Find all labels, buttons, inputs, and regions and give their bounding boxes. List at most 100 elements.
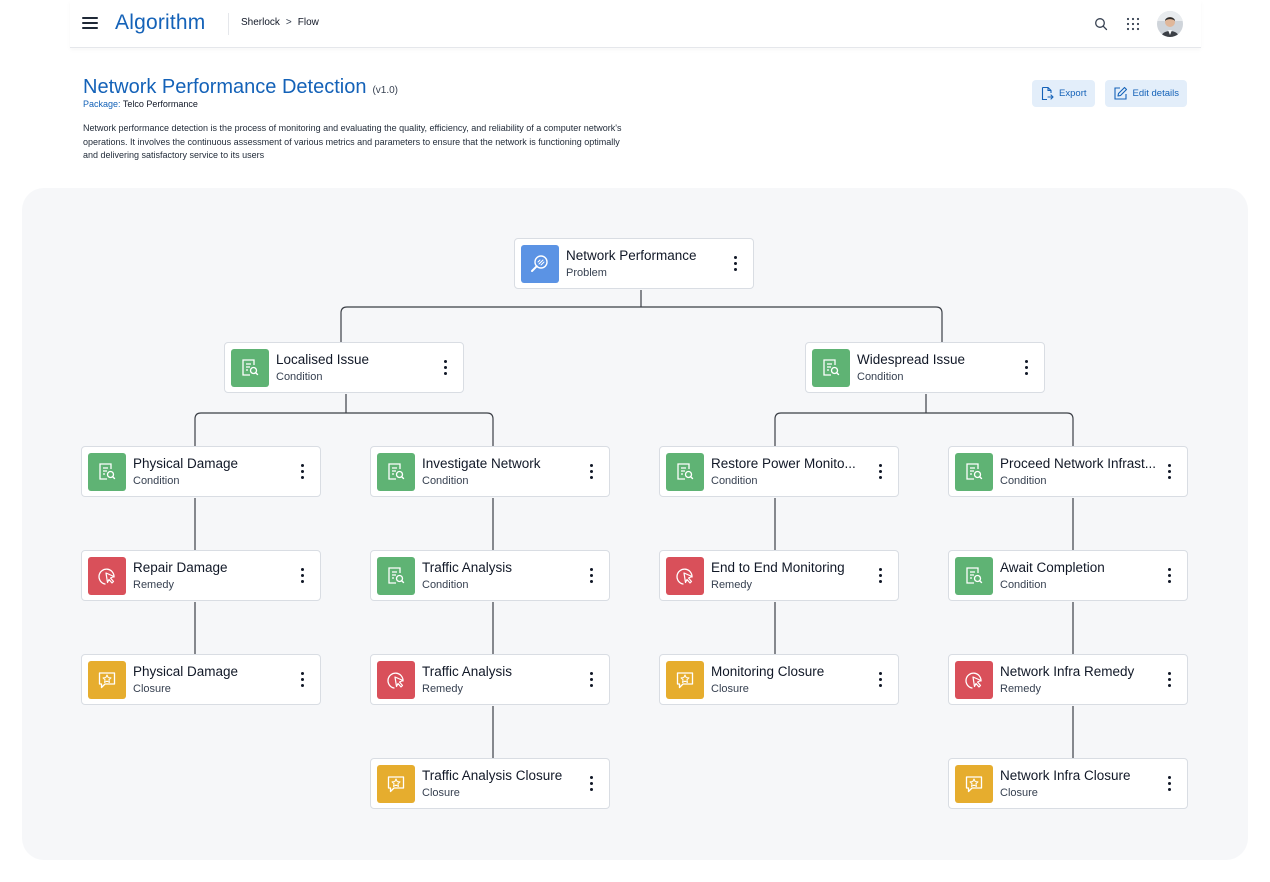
avatar[interactable]: [1157, 11, 1183, 37]
breadcrumb-separator: >: [285, 17, 292, 28]
more-options-icon[interactable]: [1159, 460, 1179, 484]
condition-icon: [666, 452, 704, 491]
node-text: Physical Damage Closure: [133, 664, 292, 695]
node-text: Traffic Analysis Closure Closure: [422, 768, 581, 799]
remedy-icon: [666, 556, 704, 595]
node-type: Condition: [1000, 475, 1047, 487]
node-title: Traffic Analysis: [422, 664, 513, 679]
remedy-icon: [88, 556, 126, 595]
more-options-icon[interactable]: [581, 668, 601, 692]
flow-node-network-infra-remedy[interactable]: Network Infra Remedy Remedy: [948, 654, 1188, 705]
flow-node-end-to-end-monitoring[interactable]: End to End Monitoring Remedy: [659, 550, 899, 601]
flow-node-proceed-network-infrastructure[interactable]: Proceed Network Infrast... Condition: [948, 446, 1188, 497]
top-bar: Algorithm Sherlock > Flow: [70, 0, 1201, 48]
flow-node-monitoring-closure[interactable]: Monitoring Closure Closure: [659, 654, 899, 705]
more-options-icon[interactable]: [581, 460, 601, 484]
node-type: Remedy: [133, 579, 174, 591]
flow-node-network-performance[interactable]: Network Performance Problem: [514, 238, 754, 289]
package-value: Telco Performance: [122, 99, 198, 109]
node-title: Restore Power Monito...: [711, 456, 856, 471]
edit-icon: [1113, 86, 1127, 100]
flow-node-widespread-issue[interactable]: Widespread Issue Condition: [805, 342, 1045, 393]
more-options-icon[interactable]: [435, 356, 455, 380]
node-title: End to End Monitoring: [711, 560, 845, 575]
version-label: (v1.0): [372, 85, 399, 96]
node-type: Remedy: [1000, 683, 1041, 695]
node-title: Proceed Network Infrast...: [1000, 456, 1157, 471]
more-options-icon[interactable]: [870, 668, 890, 692]
flow-node-await-completion[interactable]: Await Completion Condition: [948, 550, 1188, 601]
edit-details-label: Edit details: [1132, 88, 1179, 99]
edit-details-button[interactable]: Edit details: [1104, 80, 1187, 107]
breadcrumb: Sherlock > Flow: [241, 17, 319, 28]
node-text: Network Infra Closure Closure: [1000, 768, 1159, 799]
top-actions: [1093, 11, 1183, 37]
flow-node-repair-damage[interactable]: Repair Damage Remedy: [81, 550, 321, 601]
more-options-icon[interactable]: [292, 668, 312, 692]
more-options-icon[interactable]: [1016, 356, 1036, 380]
flow-node-traffic-analysis-condition[interactable]: Traffic Analysis Condition: [370, 550, 610, 601]
more-options-icon[interactable]: [292, 564, 312, 588]
node-title: Investigate Network: [422, 456, 541, 471]
node-text: Physical Damage Condition: [133, 456, 292, 487]
condition-icon: [231, 348, 269, 387]
divider: [228, 13, 229, 35]
node-type: Condition: [422, 475, 469, 487]
closure-icon: [955, 764, 993, 803]
node-title: Widespread Issue: [857, 352, 966, 367]
more-options-icon[interactable]: [581, 564, 601, 588]
breadcrumb-item-sherlock[interactable]: Sherlock: [241, 17, 280, 28]
node-text: Traffic Analysis Remedy: [422, 664, 581, 695]
node-type: Condition: [276, 371, 323, 383]
node-title: Traffic Analysis: [422, 560, 513, 575]
remedy-icon: [377, 660, 415, 699]
node-text: Traffic Analysis Condition: [422, 560, 581, 591]
flow-node-traffic-analysis-remedy[interactable]: Traffic Analysis Remedy: [370, 654, 610, 705]
remedy-icon: [955, 660, 993, 699]
condition-icon: [955, 556, 993, 595]
package-info: Package: Telco Performance: [83, 99, 198, 109]
node-type: Condition: [422, 579, 469, 591]
closure-icon: [377, 764, 415, 803]
more-options-icon[interactable]: [725, 252, 745, 276]
breadcrumb-item-flow[interactable]: Flow: [298, 17, 319, 28]
flow-node-localised-issue[interactable]: Localised Issue Condition: [224, 342, 464, 393]
flow-node-network-infra-closure[interactable]: Network Infra Closure Closure: [948, 758, 1188, 809]
node-type: Closure: [711, 683, 749, 695]
flow-node-restore-power-monitoring[interactable]: Restore Power Monito... Condition: [659, 446, 899, 497]
node-text: Repair Damage Remedy: [133, 560, 292, 591]
node-text: Monitoring Closure Closure: [711, 664, 870, 695]
menu-icon[interactable]: [82, 14, 98, 34]
more-options-icon[interactable]: [1159, 564, 1179, 588]
search-icon[interactable]: [1093, 16, 1109, 32]
more-options-icon[interactable]: [1159, 668, 1179, 692]
app-brand[interactable]: Algorithm: [115, 11, 206, 35]
flow-node-investigate-network[interactable]: Investigate Network Condition: [370, 446, 610, 497]
node-type: Condition: [133, 475, 180, 487]
node-title: Physical Damage: [133, 456, 239, 471]
condition-icon: [812, 348, 850, 387]
condition-icon: [955, 452, 993, 491]
node-title: Monitoring Closure: [711, 664, 825, 679]
flow-node-physical-damage-closure[interactable]: Physical Damage Closure: [81, 654, 321, 705]
export-button[interactable]: Export: [1032, 80, 1095, 107]
condition-icon: [377, 452, 415, 491]
node-title: Traffic Analysis Closure: [422, 768, 563, 783]
page-title-row: Network Performance Detection (v1.0): [83, 76, 398, 99]
node-title: Network Infra Closure: [1000, 768, 1131, 783]
flow-node-physical-damage-condition[interactable]: Physical Damage Condition: [81, 446, 321, 497]
node-title: Repair Damage: [133, 560, 228, 575]
apps-grid-icon[interactable]: [1125, 16, 1141, 32]
more-options-icon[interactable]: [581, 772, 601, 796]
node-title: Await Completion: [1000, 560, 1105, 575]
more-options-icon[interactable]: [870, 460, 890, 484]
more-options-icon[interactable]: [292, 460, 312, 484]
node-text: End to End Monitoring Remedy: [711, 560, 870, 591]
node-text: Restore Power Monito... Condition: [711, 456, 870, 487]
problem-search-icon: [521, 244, 559, 283]
node-text: Proceed Network Infrast... Condition: [1000, 456, 1159, 487]
condition-icon: [377, 556, 415, 595]
flow-node-traffic-analysis-closure[interactable]: Traffic Analysis Closure Closure: [370, 758, 610, 809]
more-options-icon[interactable]: [870, 564, 890, 588]
more-options-icon[interactable]: [1159, 772, 1179, 796]
